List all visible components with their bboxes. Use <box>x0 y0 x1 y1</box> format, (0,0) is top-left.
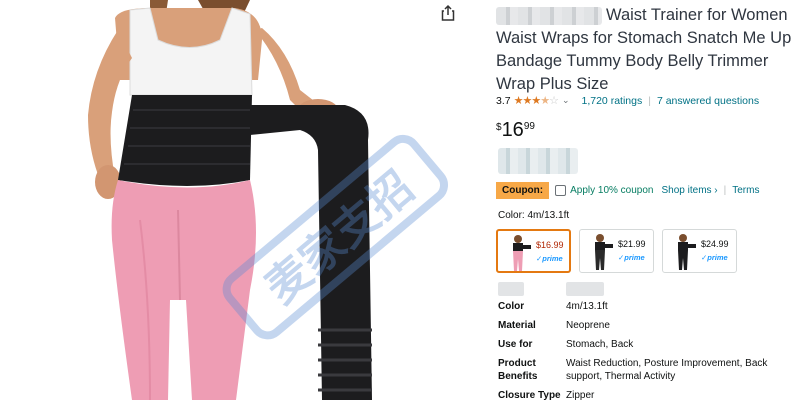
share-icon <box>441 4 455 21</box>
share-button[interactable] <box>438 3 458 23</box>
product-specs: Color 4m/13.1ft Material Neoprene Use fo… <box>498 282 776 400</box>
price: $ 16 99 <box>496 118 535 142</box>
coupon-badge: Coupon: <box>496 182 550 199</box>
spec-key: Closure Type <box>498 390 561 400</box>
spec-row: Use for Stomach, Back <box>498 338 776 351</box>
prime-badge: ✓prime <box>536 254 563 263</box>
swatch-thumbnail <box>678 234 696 270</box>
separator: | <box>723 185 727 196</box>
price-fraction: 99 <box>523 121 535 132</box>
apply-coupon-label[interactable]: Apply 10% coupon <box>570 185 653 196</box>
spec-value: Stomach, Back <box>566 339 634 350</box>
chevron-down-icon[interactable]: ⌄ <box>562 95 570 106</box>
checkbox-icon[interactable] <box>555 185 567 196</box>
star-rating-icon[interactable]: ★★★★☆ <box>514 94 559 107</box>
spec-value: 4m/13.1ft <box>566 301 608 312</box>
rating-value: 3.7 <box>496 94 511 107</box>
swatch-price: $24.99 <box>701 239 729 249</box>
answered-questions-link[interactable]: 7 answered questions <box>657 95 759 107</box>
separator: | <box>648 94 651 107</box>
spec-value: Waist Reduction, Posture Improvement, Ba… <box>566 358 768 382</box>
color-label: Color: 4m/13.1ft <box>498 210 570 221</box>
spec-key: Product Benefits <box>498 358 538 382</box>
rating-row: 3.7 ★★★★☆ ⌄ 1,720 ratings | 7 answered q… <box>496 94 759 108</box>
terms-link[interactable]: Terms <box>732 185 759 196</box>
coupon-row: Coupon: Apply 10% coupon Shop items › | … <box>496 182 759 199</box>
spec-row: Closure Type Zipper <box>498 389 776 400</box>
spec-key: Material <box>498 320 536 331</box>
product-details: Waist Trainer for Women Waist Wraps for … <box>470 0 800 400</box>
ratings-count-link[interactable]: 1,720 ratings <box>582 95 643 107</box>
redacted-info <box>498 148 578 174</box>
spec-key: Use for <box>498 339 533 350</box>
swatch-price: $16.99 <box>536 240 564 250</box>
redacted-spec-row <box>498 282 776 296</box>
swatch-thumbnail <box>513 235 531 271</box>
spec-key: Color <box>498 301 525 312</box>
color-swatch[interactable]: $24.99 ✓prime <box>662 229 737 273</box>
product-photo: 麦家支招 <box>88 0 449 400</box>
price-whole: 16 <box>501 119 524 141</box>
swatch-price: $21.99 <box>618 239 646 249</box>
shop-items-link[interactable]: Shop items › <box>662 185 718 196</box>
product-title[interactable]: Waist Trainer for Women Waist Wraps for … <box>496 4 796 96</box>
color-swatch[interactable]: $16.99 ✓prime <box>496 229 571 273</box>
spec-row: Material Neoprene <box>498 319 776 332</box>
swatch-thumbnail <box>595 234 613 270</box>
spec-row: Product Benefits Waist Reduction, Postur… <box>498 357 776 383</box>
spec-value: Neoprene <box>566 320 610 331</box>
spec-value: Zipper <box>566 390 595 400</box>
spec-row: Color 4m/13.1ft <box>498 300 776 313</box>
color-swatch[interactable]: $21.99 ✓prime <box>579 229 654 273</box>
redacted-brand <box>496 6 602 25</box>
color-swatches: $16.99 ✓prime $21.99 ✓prime $24.99 ✓prim… <box>496 229 737 273</box>
prime-badge: ✓prime <box>701 253 728 262</box>
prime-badge: ✓prime <box>618 253 645 262</box>
product-image-pane[interactable]: 麦家支招 <box>0 0 470 400</box>
